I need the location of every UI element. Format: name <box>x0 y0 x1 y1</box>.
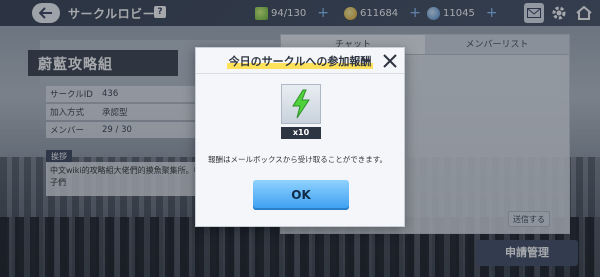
modal-title: 今日のサークルへの参加報酬 <box>226 52 374 69</box>
ok-button[interactable]: OK <box>253 180 349 210</box>
reward-quantity: x10 <box>281 127 321 139</box>
modal-message: 報酬はメールボックスから受け取ることができます。 <box>208 155 388 164</box>
reward-item: x10 <box>281 84 321 139</box>
reward-modal: 今日のサークルへの参加報酬 x10 報酬はメールボックスから受け取ることができま… <box>195 47 405 227</box>
close-icon[interactable] <box>382 53 398 69</box>
modal-header: 今日のサークルへの参加報酬 <box>196 48 404 74</box>
stamina-potion-icon <box>281 84 321 124</box>
